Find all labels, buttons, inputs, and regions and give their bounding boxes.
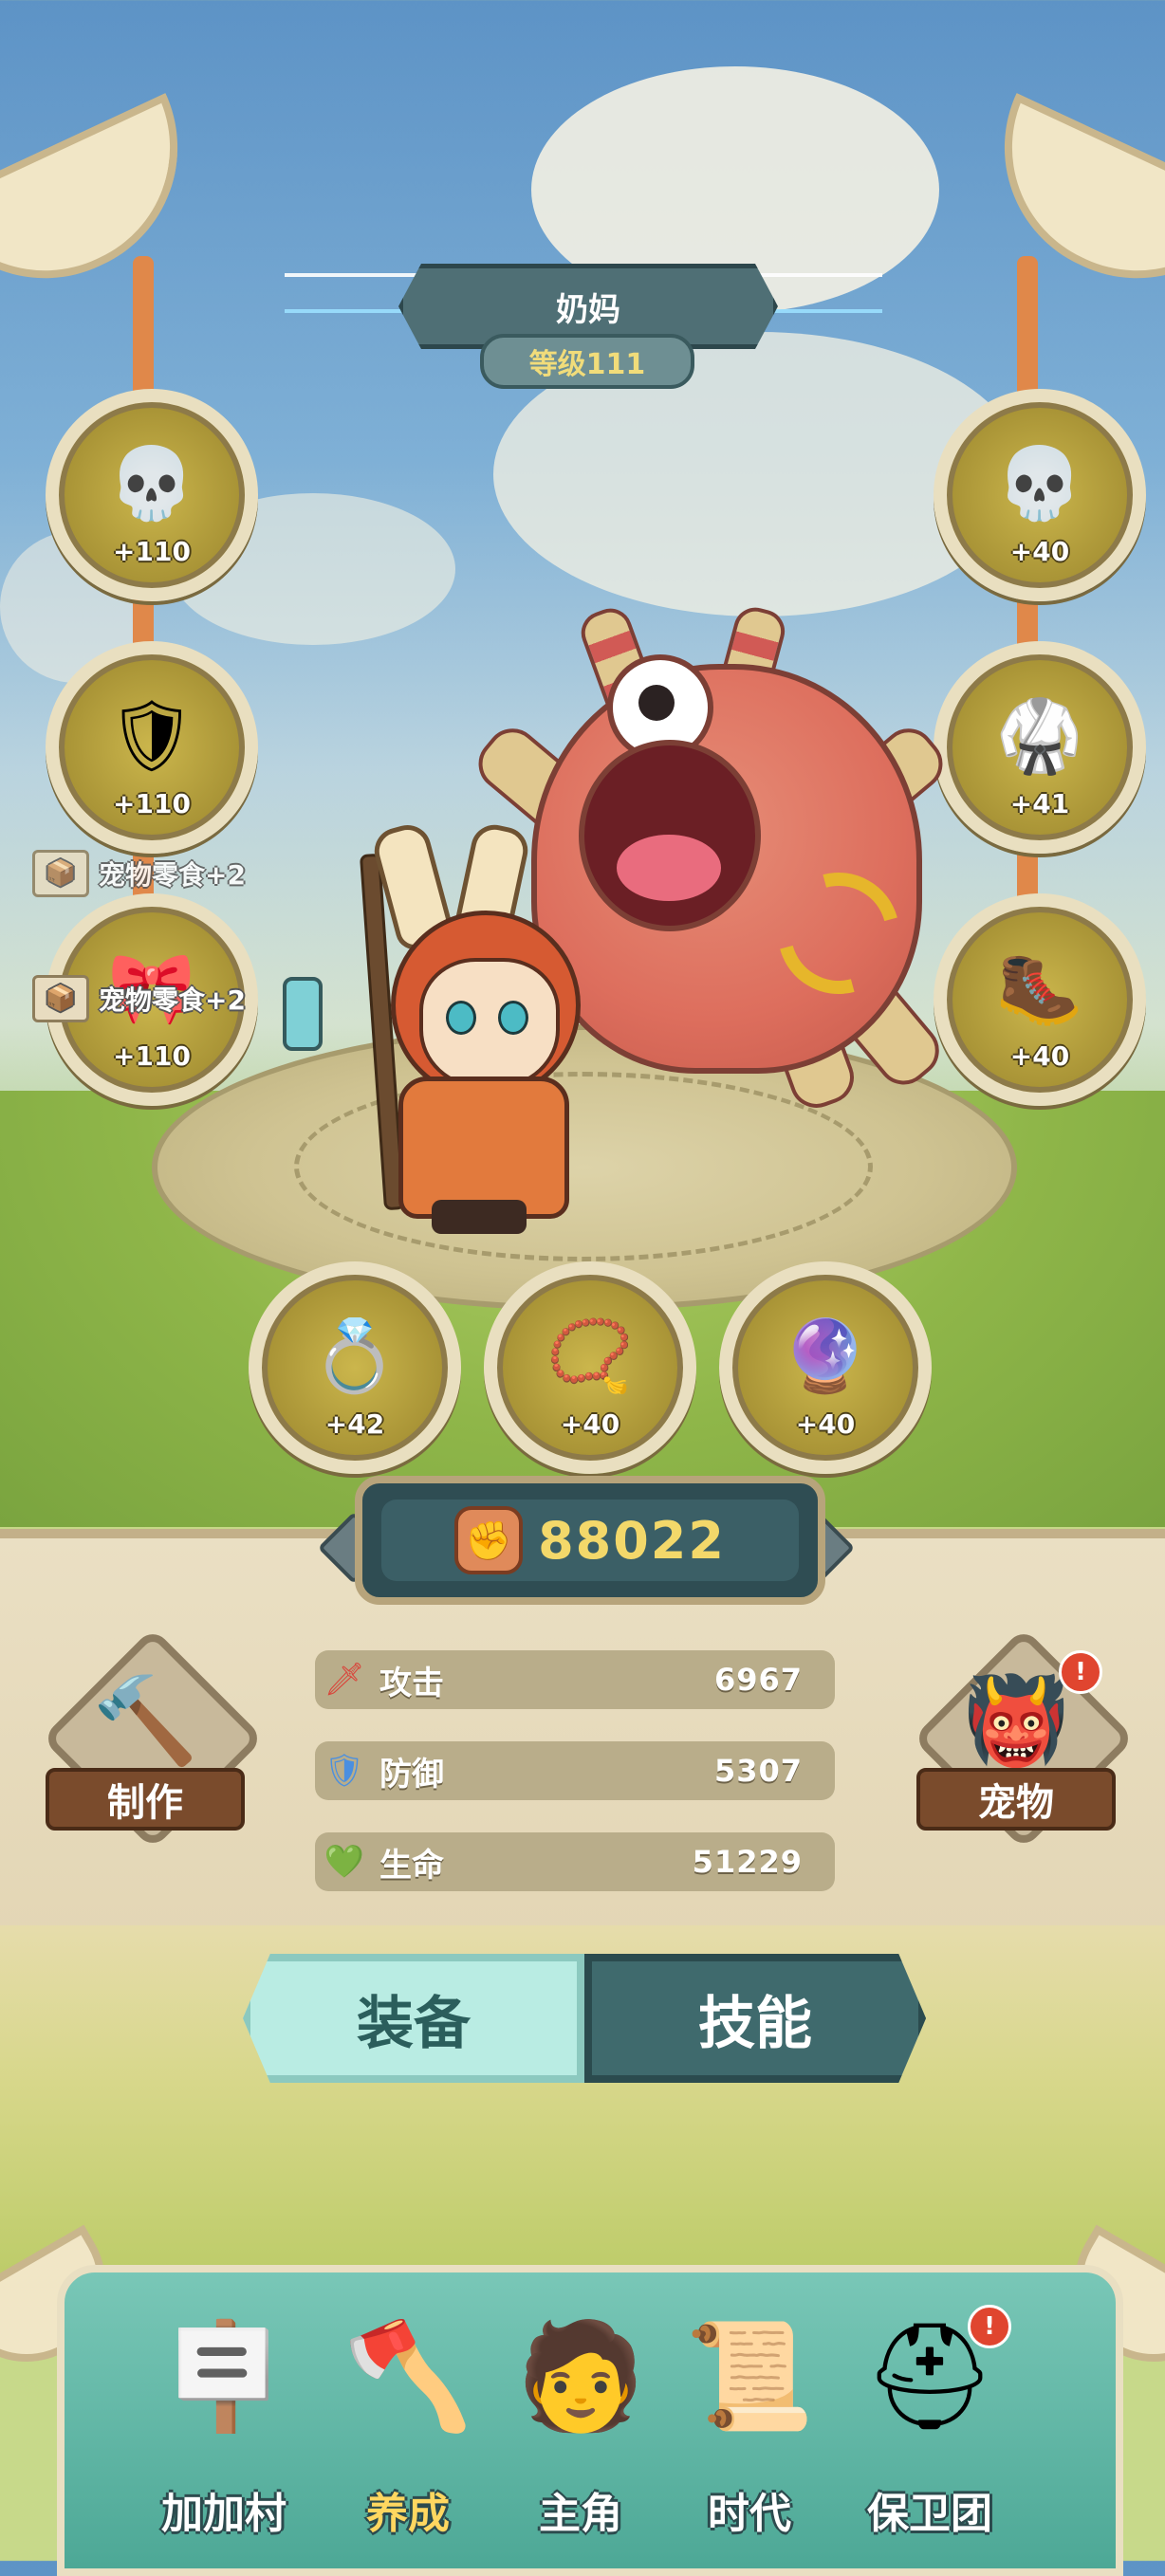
- hammer-icon: 🔨: [91, 1671, 199, 1771]
- stat-name: 防御: [379, 1755, 444, 1794]
- stat-value: 51229: [692, 1844, 803, 1880]
- equip-slot-right-1[interactable]: 💀 +40: [934, 389, 1146, 601]
- sword-icon: 🗡: [324, 1661, 365, 1699]
- equip-slot-bottom-1[interactable]: 💍 +42: [249, 1261, 461, 1474]
- lightning-effect: [285, 273, 417, 313]
- slot-value: +40: [1009, 1040, 1070, 1072]
- equip-slot-bottom-2[interactable]: 📿 +40: [484, 1261, 696, 1474]
- pet-alert-badge: !: [1059, 1650, 1102, 1694]
- equip-slot-bottom-3[interactable]: 🔮 +40: [719, 1261, 932, 1474]
- map-scroll-icon: 📜: [684, 2315, 815, 2437]
- nav-village[interactable]: 🪧 加加村: [129, 2305, 319, 2561]
- hero-eye: [498, 1001, 528, 1035]
- nav-hero[interactable]: 🧑 主角: [486, 2305, 675, 2561]
- tab-equipment[interactable]: 装备: [243, 1954, 584, 2083]
- hero-face: [419, 958, 560, 1089]
- right-horn-decoration: [962, 93, 1165, 321]
- equip-slot-left-1[interactable]: 💀 +110: [46, 389, 258, 601]
- snack-box-icon: 📦: [32, 850, 89, 897]
- nav-label: 保卫团: [867, 2490, 992, 2538]
- hero-name: 奶妈: [556, 290, 620, 329]
- slot-value: +40: [1009, 536, 1070, 567]
- nav-alert-badge: !: [968, 2305, 1011, 2348]
- spirit-mask-icon: 💀: [107, 443, 196, 525]
- hero-eye: [446, 1001, 476, 1035]
- craft-button-label: 制作: [46, 1768, 245, 1831]
- hero-body: [398, 1076, 569, 1219]
- boots-icon: 🥾: [995, 948, 1084, 1030]
- nav-label: 主角: [539, 2490, 622, 2538]
- stat-name: 生命: [379, 1846, 444, 1885]
- hero-face-icon: 🧑: [515, 2315, 646, 2437]
- chest-armor-icon: 🥋: [995, 695, 1084, 778]
- stat-defense: 🛡 防御 5307: [315, 1741, 835, 1800]
- slot-value: +42: [324, 1408, 385, 1440]
- shield-icon: 🛡: [324, 1752, 365, 1790]
- stat-value: 5307: [713, 1753, 803, 1789]
- nav-guard[interactable]: ⛑ 保卫团 !: [835, 2305, 1025, 2561]
- combat-power-value: 88022: [538, 1510, 726, 1571]
- nav-label: 养成: [366, 2490, 450, 2538]
- nav-label: 时代: [708, 2490, 791, 2538]
- hero-legs: [432, 1200, 527, 1234]
- heart-icon: 💚: [324, 1843, 365, 1881]
- equip-slot-right-3[interactable]: 🥾 +40: [934, 893, 1146, 1106]
- slot-value: +41: [1009, 788, 1070, 819]
- equipment-skill-tabs: 装备 技能: [243, 1954, 926, 2083]
- stat-health: 💚 生命 51229: [315, 1832, 835, 1891]
- snack-box-icon: 📦: [32, 975, 89, 1022]
- nav-label: 加加村: [161, 2490, 287, 2538]
- staff-lantern: [283, 977, 323, 1051]
- equip-slot-right-2[interactable]: 🥋 +41: [934, 641, 1146, 854]
- gauntlet-icon: 🛡: [107, 695, 196, 778]
- slot-value: +110: [113, 788, 191, 819]
- axe-icon: 🪓: [342, 2315, 473, 2437]
- fist-icon: ✊: [454, 1506, 524, 1574]
- monster-pupil: [638, 685, 675, 721]
- amulet-icon: 🔮: [781, 1316, 870, 1398]
- combat-power-box: ✊ 88022: [355, 1476, 825, 1605]
- slot-value: +110: [113, 536, 191, 567]
- pet-snack-buff: 📦 宠物零食+2: [32, 850, 246, 897]
- ring-icon: 💍: [310, 1316, 399, 1398]
- left-horn-decoration: [0, 93, 220, 321]
- snack-buff-label: 宠物零食+2: [99, 984, 246, 1016]
- skull-helmet-icon: 💀: [995, 443, 1084, 525]
- signpost-icon: 🪧: [158, 2315, 289, 2437]
- nav-era[interactable]: 📜 时代: [655, 2305, 844, 2561]
- slot-value: +110: [113, 1040, 191, 1072]
- stat-attack: 🗡 攻击 6967: [315, 1650, 835, 1709]
- tab-skills[interactable]: 技能: [584, 1954, 926, 2083]
- slot-value: +40: [795, 1408, 856, 1440]
- hero-level-badge: 等级111: [480, 334, 694, 389]
- pet-button[interactable]: 👹 宠物 !: [912, 1627, 1136, 1850]
- equip-slot-left-2[interactable]: 🛡 +110: [46, 641, 258, 854]
- craft-button[interactable]: 🔨 制作: [41, 1627, 265, 1850]
- monster-tongue: [617, 835, 721, 901]
- stat-value: 6967: [713, 1662, 803, 1698]
- stat-name: 攻击: [379, 1664, 444, 1702]
- pet-button-label: 宠物: [916, 1768, 1116, 1831]
- slot-value: +40: [560, 1408, 620, 1440]
- snack-buff-label: 宠物零食+2: [99, 859, 246, 891]
- necklace-icon: 📿: [546, 1316, 635, 1398]
- nav-cultivate[interactable]: 🪓 养成: [313, 2305, 503, 2561]
- pet-snack-buff: 📦 宠物零食+2: [32, 975, 246, 1022]
